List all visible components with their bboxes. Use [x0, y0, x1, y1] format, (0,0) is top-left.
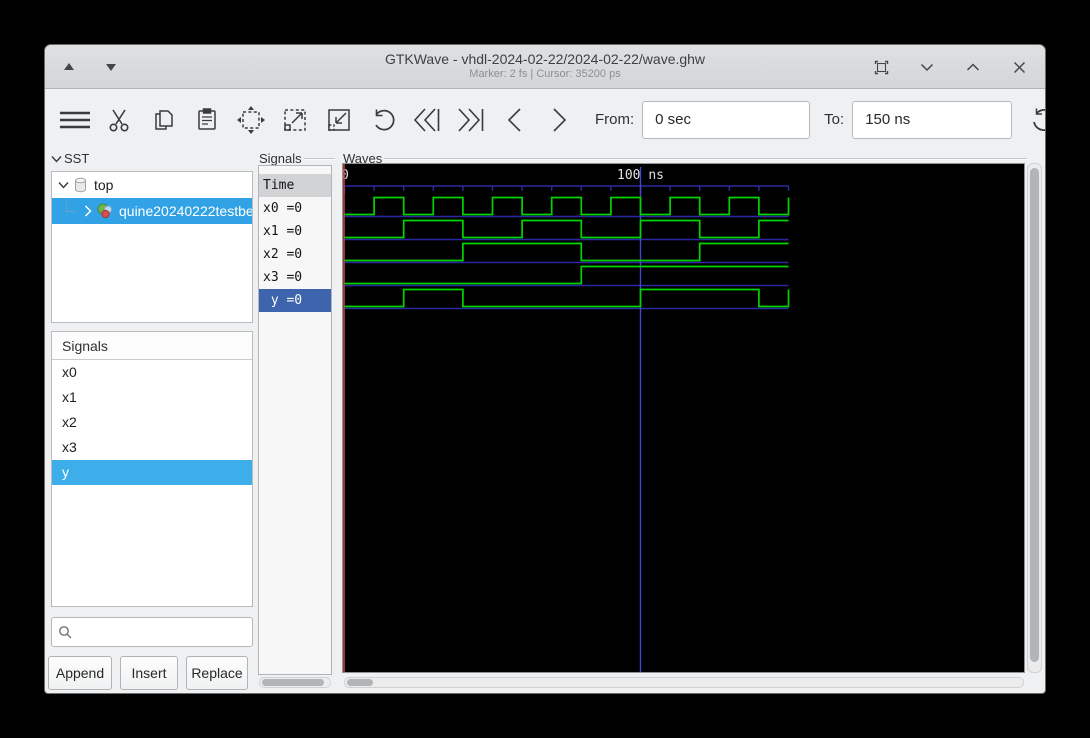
- menu-icon: [58, 106, 92, 134]
- wave-signal-names-panel[interactable]: Time x0 =0 x1 =0 x2 =0 x3 =0 y =0: [258, 165, 332, 675]
- wave-vertical-scrollbar[interactable]: [1027, 163, 1042, 673]
- toolbar: From: To:: [45, 90, 1045, 149]
- copy-button[interactable]: [141, 98, 185, 142]
- go-to-start-icon: [412, 106, 442, 134]
- from-time-input[interactable]: [642, 100, 811, 139]
- wave-name-row-y[interactable]: y =0: [259, 289, 331, 312]
- facility-list-header: Signals: [52, 332, 252, 360]
- tree-item-label: top: [94, 177, 114, 193]
- triangle-up-icon: [64, 63, 74, 70]
- facility-list-item-x0[interactable]: x0: [52, 360, 252, 385]
- zoom-fit-button[interactable]: [229, 98, 273, 142]
- sst-label: SST: [64, 151, 90, 166]
- menu-button[interactable]: [53, 98, 97, 142]
- reload-icon: [1029, 105, 1045, 135]
- wave-x2: [344, 242, 789, 262]
- undo-icon: [369, 106, 397, 134]
- zoom-fit-icon: [236, 105, 266, 135]
- next-edge-icon: [548, 106, 570, 134]
- names-horizontal-scrollbar[interactable]: [259, 677, 331, 688]
- gtkwave-window: GTKWave - vhdl-2024-02-22/2024-02-22/wav…: [44, 44, 1046, 694]
- wave-horizontal-scrollbar[interactable]: [344, 677, 1024, 688]
- wave-name-row-x1[interactable]: x1 =0: [259, 220, 331, 243]
- cut-icon: [107, 106, 131, 134]
- close-icon: [1013, 61, 1025, 73]
- facility-list-item-x1[interactable]: x1: [52, 385, 252, 410]
- go-to-start-button[interactable]: [405, 98, 449, 142]
- wave-y: [344, 288, 790, 308]
- next-edge-button[interactable]: [537, 98, 581, 142]
- facility-list-item-x2[interactable]: x2: [52, 410, 252, 435]
- to-time-input[interactable]: [852, 100, 1013, 139]
- wave-x0: [344, 196, 790, 216]
- tree-item-top[interactable]: top: [52, 172, 252, 198]
- paste-button[interactable]: [185, 98, 229, 142]
- chevron-up-icon: [966, 62, 980, 71]
- sst-tree: top quine20240222testbench: [51, 171, 253, 323]
- component-icon: [96, 203, 113, 219]
- minimize-button[interactable]: [915, 55, 939, 79]
- undo-button[interactable]: [361, 98, 405, 142]
- tree-expander-closed-icon[interactable]: [84, 205, 92, 217]
- module-cylinder-icon: [73, 177, 88, 193]
- triangle-down-icon: [106, 64, 116, 71]
- from-label: From:: [595, 111, 635, 128]
- wave-name-time[interactable]: Time: [259, 174, 331, 197]
- tree-item-label: quine20240222testbench: [119, 203, 252, 219]
- zoom-in-button[interactable]: [317, 98, 361, 142]
- facility-list-item-x3[interactable]: x3: [52, 435, 252, 460]
- wave-x3: [344, 265, 789, 285]
- signals-frame-label: Signals: [259, 151, 335, 166]
- replace-button[interactable]: Replace: [186, 656, 248, 690]
- reload-button[interactable]: [1022, 98, 1045, 142]
- insert-button[interactable]: Insert: [120, 656, 178, 690]
- titlebar[interactable]: GTKWave - vhdl-2024-02-22/2024-02-22/wav…: [45, 45, 1045, 89]
- wave-name-row-x3[interactable]: x3 =0: [259, 266, 331, 289]
- prev-edge-icon: [504, 106, 526, 134]
- cut-button[interactable]: [97, 98, 141, 142]
- wave-name-row-x2[interactable]: x2 =0: [259, 243, 331, 266]
- shade-up-button[interactable]: [57, 55, 81, 79]
- waveform-canvas[interactable]: 0100 ns: [342, 163, 1025, 673]
- expander-chevron-down-icon: [51, 155, 62, 163]
- zoom-in-icon: [325, 106, 353, 134]
- search-icon: [59, 625, 72, 638]
- tree-connector: [66, 198, 76, 212]
- append-button[interactable]: Append: [48, 656, 112, 690]
- fullscreen-icon: [874, 60, 888, 74]
- chevron-down-icon: [920, 63, 934, 71]
- shade-down-button[interactable]: [99, 55, 123, 79]
- wave-x1: [344, 219, 789, 239]
- scrollbar-thumb[interactable]: [1030, 168, 1039, 662]
- go-to-end-button[interactable]: [449, 98, 493, 142]
- copy-icon: [151, 106, 175, 134]
- facility-list-item-y[interactable]: y: [52, 460, 252, 485]
- to-label: To:: [824, 111, 845, 128]
- signal-search-box[interactable]: [51, 617, 253, 647]
- maximize-button[interactable]: [961, 55, 985, 79]
- facility-list-panel: Signals x0 x1 x2 x3 y: [51, 331, 253, 607]
- close-button[interactable]: [1007, 55, 1031, 79]
- zoom-out-button[interactable]: [273, 98, 317, 142]
- wave-name-row-x0[interactable]: x0 =0: [259, 197, 331, 220]
- zoom-out-icon: [281, 106, 309, 134]
- paste-icon: [195, 106, 219, 134]
- scrollbar-thumb[interactable]: [347, 679, 373, 686]
- scrollbar-thumb[interactable]: [262, 679, 324, 686]
- fullscreen-button[interactable]: [869, 55, 893, 79]
- go-to-end-icon: [456, 106, 486, 134]
- search-input[interactable]: [73, 618, 252, 646]
- tree-item-testbench[interactable]: quine20240222testbench: [52, 198, 252, 224]
- tree-expander-open-icon[interactable]: [58, 181, 69, 189]
- prev-edge-button[interactable]: [493, 98, 537, 142]
- sst-expander[interactable]: SST: [51, 151, 89, 166]
